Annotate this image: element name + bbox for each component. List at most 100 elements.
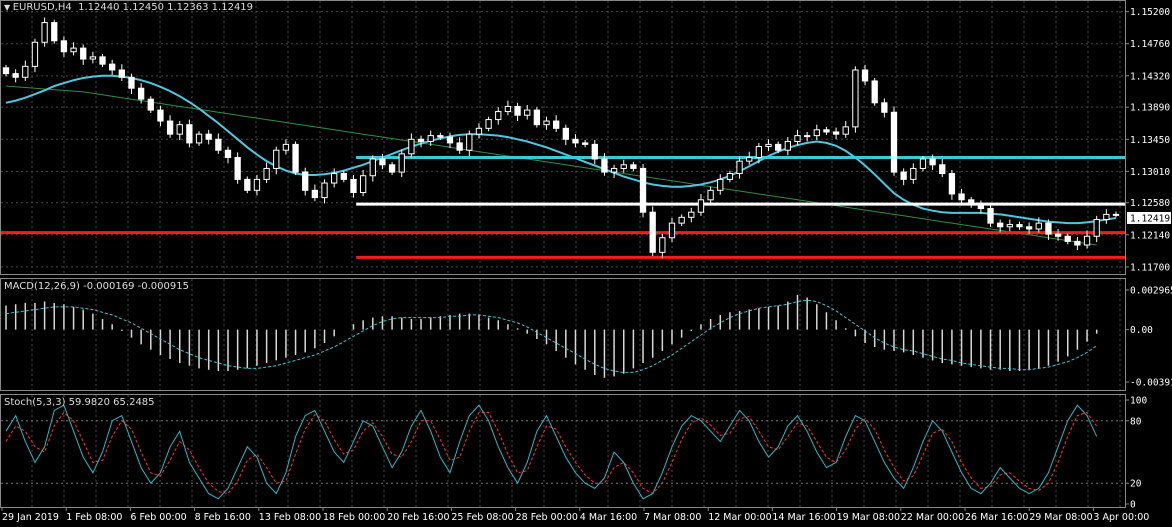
time-tick-label: 1 Feb 08:00 xyxy=(66,512,122,523)
candle-body xyxy=(987,208,994,224)
time-tick-label: 13 Feb 08:00 xyxy=(259,512,321,523)
candle-body xyxy=(639,167,647,213)
candle-body xyxy=(929,158,936,166)
candle-body xyxy=(2,67,10,75)
macd-label: MACD(12,26,9) -0.000169 -0.000915 xyxy=(4,281,189,292)
candle-body xyxy=(1054,233,1062,237)
candle-body xyxy=(157,109,164,122)
candle-body xyxy=(842,126,849,135)
candle-body xyxy=(736,160,743,175)
candle-body xyxy=(832,131,840,135)
candle-body xyxy=(543,120,550,126)
stoch-label: Stoch(5,3,3) 59.9820 65.2485 xyxy=(4,397,155,408)
candle-body xyxy=(697,199,705,213)
candle-body xyxy=(881,102,888,113)
candle-body xyxy=(533,109,541,126)
time-tick-label: 8 Feb 16:00 xyxy=(195,512,251,523)
candle-body xyxy=(408,138,415,155)
price-tick-label: 1.14760 xyxy=(1130,39,1170,50)
candle-body xyxy=(601,158,608,173)
candle-body xyxy=(948,173,956,195)
ohlc-label: 1.12440 1.12450 1.12363 1.12419 xyxy=(78,2,254,13)
time-tick-label: 6 Feb 00:00 xyxy=(130,512,186,523)
candle-body xyxy=(610,167,618,173)
candle-body xyxy=(41,22,48,43)
candle-body xyxy=(572,138,579,144)
stoch-tick-label: 20 xyxy=(1130,479,1142,490)
time-tick-label: 22 Mar 00:00 xyxy=(901,512,964,523)
candle-body xyxy=(437,135,444,138)
candle-body xyxy=(688,211,695,218)
time-tick-label: 29 Mar 08:00 xyxy=(1029,512,1092,523)
candle-body xyxy=(244,178,251,191)
candle-body xyxy=(311,189,319,199)
time-tick-label: 19 Mar 08:00 xyxy=(837,512,900,523)
candle-body xyxy=(668,222,676,239)
candle-body xyxy=(997,222,1004,228)
price-tick-label: 1.13890 xyxy=(1130,103,1170,114)
price-tick-label: 1.13450 xyxy=(1130,135,1170,146)
chart-background xyxy=(0,0,1172,527)
candle-body xyxy=(977,204,985,210)
time-tick-label: 4 Mar 16:00 xyxy=(580,512,637,523)
candle-body xyxy=(958,193,965,201)
time-tick-label: 20 Feb 16:00 xyxy=(387,512,449,523)
candle-body xyxy=(562,127,569,140)
candle-body xyxy=(939,164,946,175)
candle-body xyxy=(765,143,772,148)
candle-body xyxy=(514,105,521,116)
candle-body xyxy=(369,158,376,177)
candle-body xyxy=(331,173,338,184)
time-tick-label: 7 Mar 08:00 xyxy=(644,512,701,523)
candle-body xyxy=(890,111,898,173)
macd-tick-label: 0.00 xyxy=(1130,325,1153,336)
time-tick-label: 12 Mar 00:00 xyxy=(708,512,771,523)
price-tick-label: 1.12580 xyxy=(1130,198,1170,209)
candle-body xyxy=(350,178,357,194)
time-tick-label: 14 Mar 16:00 xyxy=(772,512,835,523)
candle-body xyxy=(1064,235,1071,242)
candle-body xyxy=(861,69,869,82)
candle-body xyxy=(176,124,183,135)
candle-body xyxy=(900,171,907,180)
symbol-label: EURUSD,H4 xyxy=(12,2,72,13)
candle-body xyxy=(166,120,174,135)
candle-body xyxy=(80,47,87,60)
candle-body xyxy=(659,237,666,253)
time-tick-label: 25 Feb 08:00 xyxy=(451,512,513,523)
candle-body xyxy=(263,167,270,180)
macd-tick-label: 0.002965 xyxy=(1130,286,1172,297)
price-tick-label: 1.14320 xyxy=(1130,71,1170,82)
time-tick-label: 26 Mar 16:00 xyxy=(965,512,1028,523)
trading-chart[interactable]: 0.0029650.00-0.003918 10080200 1.152001.… xyxy=(0,0,1172,527)
candle-body xyxy=(813,129,820,137)
candle-body xyxy=(620,164,627,169)
candle-body xyxy=(89,56,97,60)
candle-body xyxy=(224,149,232,159)
price-tick-label: 1.15200 xyxy=(1130,7,1170,18)
candle-body xyxy=(717,178,724,191)
candle-body xyxy=(253,178,261,191)
candle-body xyxy=(22,65,29,78)
candle-body xyxy=(910,167,917,180)
candle-body xyxy=(1035,222,1042,230)
candle-body xyxy=(60,40,68,53)
candle-body xyxy=(1045,222,1052,235)
candle-body xyxy=(553,120,560,129)
candle-body xyxy=(302,171,309,191)
candle-body xyxy=(794,135,801,142)
candle-body xyxy=(273,149,280,169)
candle-body xyxy=(234,157,241,180)
candle-body xyxy=(504,105,512,113)
candle-body xyxy=(919,158,927,169)
candle-body xyxy=(581,142,589,145)
candle-body xyxy=(417,138,425,142)
price-axis[interactable]: 1.15200 1.14760 1.14320 1.13890 1.13450 1.130… xyxy=(1125,7,1170,273)
candle-body xyxy=(746,157,753,162)
candle-body xyxy=(398,153,405,173)
candle-body xyxy=(282,143,290,151)
candle-body xyxy=(215,138,222,151)
candle-body xyxy=(195,133,203,144)
time-tick-label: 3 Apr 00:00 xyxy=(1093,512,1149,523)
stoch-tick-label: 100 xyxy=(1130,396,1147,407)
